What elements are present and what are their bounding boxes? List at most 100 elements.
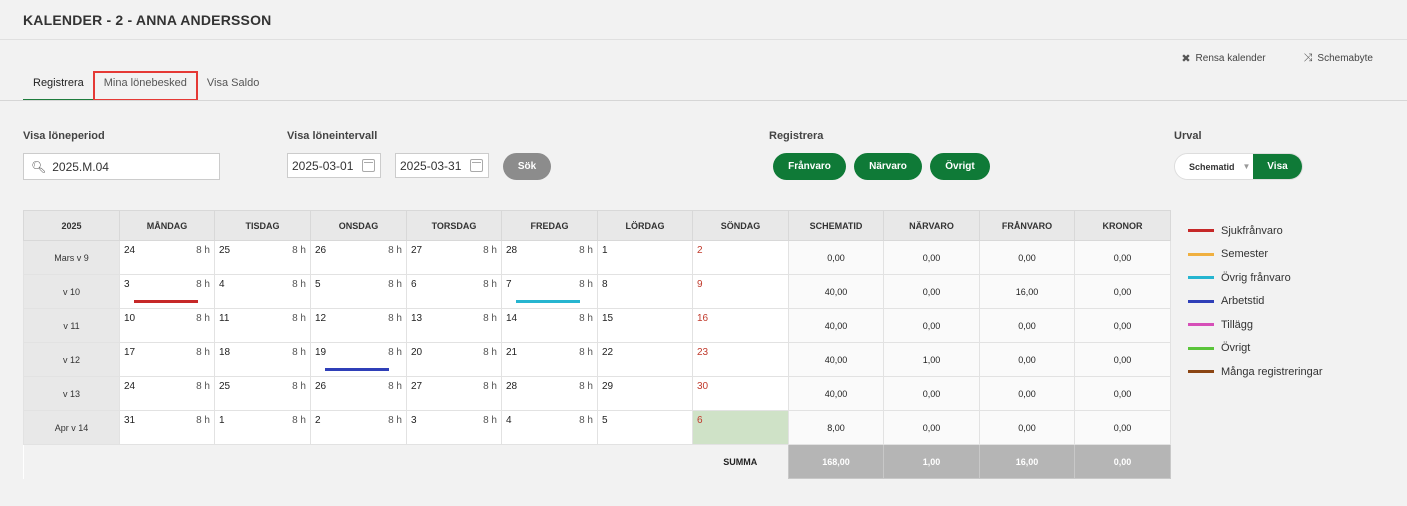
day-cell[interactable]: 4 8 h xyxy=(501,410,598,445)
day-cell[interactable]: 1 xyxy=(597,240,693,275)
week-sum-cell: 40,00 xyxy=(788,342,884,377)
day-hours: 8 h xyxy=(292,245,306,256)
legend-item: Arbetstid xyxy=(1188,290,1323,314)
narvaro-button[interactable]: Närvaro xyxy=(854,153,922,180)
legend-label: Övrig frånvaro xyxy=(1221,271,1291,284)
week-sum-cell: 0,00 xyxy=(883,376,980,411)
day-cell[interactable]: 26 8 h xyxy=(310,376,407,411)
week-sum-cell: 0,00 xyxy=(1074,274,1171,309)
calendar-icon[interactable] xyxy=(470,159,483,172)
day-cell[interactable]: 3 8 h xyxy=(406,410,502,445)
visa-button[interactable]: Visa xyxy=(1253,154,1302,179)
day-cell[interactable]: 31 8 h xyxy=(119,410,215,445)
week-sum-cell: 0,00 xyxy=(1074,240,1171,275)
clear-calendar-button[interactable]: ✖ Rensa kalender xyxy=(1181,52,1265,65)
day-number: 20 xyxy=(411,347,423,358)
day-cell[interactable]: 20 8 h xyxy=(406,342,502,377)
day-cell[interactable]: 24 8 h xyxy=(119,376,215,411)
calendar-icon[interactable] xyxy=(362,159,375,172)
week-sum-cell: 0,00 xyxy=(979,240,1075,275)
day-cell[interactable]: 6 8 h xyxy=(406,274,502,309)
day-hours: 8 h xyxy=(196,415,210,426)
day-cell[interactable]: 21 8 h xyxy=(501,342,598,377)
day-hours: 8 h xyxy=(196,245,210,256)
day-cell[interactable]: 2 xyxy=(692,240,789,275)
day-cell[interactable]: 3 8 h xyxy=(119,274,215,309)
day-cell[interactable]: 26 8 h xyxy=(310,240,407,275)
urval-select[interactable]: Schematid ▼ xyxy=(1175,154,1253,179)
day-cell[interactable]: 13 8 h xyxy=(406,308,502,343)
title-divider xyxy=(0,39,1407,40)
day-cell[interactable]: 22 xyxy=(597,342,693,377)
day-cell[interactable]: 5 8 h xyxy=(310,274,407,309)
day-number: 10 xyxy=(124,313,136,324)
day-number: 12 xyxy=(315,313,327,324)
period-search-input[interactable]: 🔍︎ 2025.M.04 xyxy=(23,153,220,180)
day-hours: 8 h xyxy=(579,381,593,392)
day-hours: 8 h xyxy=(483,415,497,426)
week-row: Mars v 9 24 8 h 25 8 h 26 8 h 27 8 h 28 8 h 1 2 0,00 0… xyxy=(23,240,1171,275)
registration-marker xyxy=(325,368,389,371)
tab-visa-saldo[interactable]: Visa Saldo xyxy=(197,72,269,101)
legend-item: Övrig frånvaro xyxy=(1188,266,1323,290)
day-cell[interactable]: 17 8 h xyxy=(119,342,215,377)
tab-registrera[interactable]: Registrera xyxy=(23,72,94,101)
day-number: 18 xyxy=(219,347,231,358)
day-cell[interactable]: 29 xyxy=(597,376,693,411)
legend-item: Övrigt xyxy=(1188,337,1323,361)
summa-label: SUMMA xyxy=(692,444,789,479)
day-hours: 8 h xyxy=(196,279,210,290)
day-cell[interactable]: 15 xyxy=(597,308,693,343)
day-cell[interactable]: 12 8 h xyxy=(310,308,407,343)
day-number: 21 xyxy=(506,347,518,358)
day-number: 14 xyxy=(506,313,518,324)
day-number: 5 xyxy=(315,279,321,290)
week-sum-cell: 8,00 xyxy=(788,410,884,445)
day-cell[interactable]: 27 8 h xyxy=(406,240,502,275)
day-cell[interactable]: 19 8 h xyxy=(310,342,407,377)
date-from-input[interactable]: 2025-03-01 xyxy=(287,153,381,178)
day-cell[interactable]: 8 xyxy=(597,274,693,309)
tab-mina-lonebesked[interactable]: Mina lönebesked xyxy=(92,71,198,101)
day-cell[interactable]: 6 xyxy=(692,410,789,445)
day-cell[interactable]: 9 xyxy=(692,274,789,309)
legend-swatch xyxy=(1188,252,1214,256)
week-sum-cell: 1,00 xyxy=(883,342,980,377)
day-cell[interactable]: 1 8 h xyxy=(214,410,311,445)
day-cell[interactable]: 18 8 h xyxy=(214,342,311,377)
period-label: Visa löneperiod xyxy=(23,130,105,142)
day-cell[interactable]: 2 8 h xyxy=(310,410,407,445)
week-row: v 12 17 8 h 18 8 h 19 8 h 20 8 h 21 8 h 22 23 40,00 1,… xyxy=(23,342,1171,377)
ovrigt-button[interactable]: Övrigt xyxy=(930,153,990,180)
day-cell[interactable]: 11 8 h xyxy=(214,308,311,343)
legend-swatch xyxy=(1188,323,1214,327)
day-cell[interactable]: 5 xyxy=(597,410,693,445)
day-hours: 8 h xyxy=(483,313,497,324)
week-sum-cell: 0,00 xyxy=(1074,308,1171,343)
day-number: 17 xyxy=(124,347,136,358)
day-number: 9 xyxy=(697,279,703,290)
day-cell[interactable]: 14 8 h xyxy=(501,308,598,343)
day-cell[interactable]: 24 8 h xyxy=(119,240,215,275)
day-cell[interactable]: 25 8 h xyxy=(214,376,311,411)
day-number: 25 xyxy=(219,381,231,392)
day-cell[interactable]: 27 8 h xyxy=(406,376,502,411)
page-title: KALENDER - 2 - ANNA ANDERSSON xyxy=(23,12,272,28)
day-number: 1 xyxy=(602,245,608,256)
day-header: LÖRDAG xyxy=(597,210,693,241)
day-cell[interactable]: 28 8 h xyxy=(501,240,598,275)
schedule-change-button[interactable]: ⤨ Schemabyte xyxy=(1304,52,1373,65)
day-cell[interactable]: 4 8 h xyxy=(214,274,311,309)
day-cell[interactable]: 10 8 h xyxy=(119,308,215,343)
search-button[interactable]: Sök xyxy=(503,153,551,180)
day-cell[interactable]: 7 8 h xyxy=(501,274,598,309)
date-to-input[interactable]: 2025-03-31 xyxy=(395,153,489,178)
tabs-divider xyxy=(0,100,1407,101)
day-number: 30 xyxy=(697,381,709,392)
day-cell[interactable]: 30 xyxy=(692,376,789,411)
day-cell[interactable]: 16 xyxy=(692,308,789,343)
franvaro-button[interactable]: Frånvaro xyxy=(773,153,846,180)
day-cell[interactable]: 23 xyxy=(692,342,789,377)
day-cell[interactable]: 28 8 h xyxy=(501,376,598,411)
day-cell[interactable]: 25 8 h xyxy=(214,240,311,275)
